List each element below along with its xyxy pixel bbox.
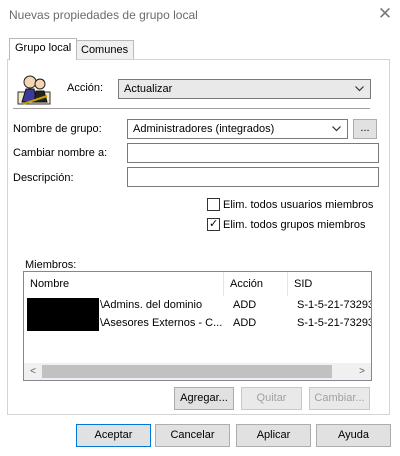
member-name[interactable]: \Asesores Externos - C... [100,317,226,329]
browse-button[interactable]: ... [353,119,377,139]
apply-button[interactable]: Aplicar [236,424,311,447]
description-input[interactable] [127,167,379,187]
tab-grupo-local[interactable]: Grupo local [9,38,78,60]
redacted-block [27,298,99,331]
description-label: Descripción: [13,172,74,184]
delete-all-groups-checkbox[interactable]: ✓ [207,218,220,231]
horizontal-scrollbar[interactable]: < > [24,363,371,380]
checkbox-check-icon: ✓ [209,218,219,230]
change-button[interactable]: Cambiar... [309,387,370,410]
scroll-right-icon[interactable]: > [356,365,368,378]
group-name-combo[interactable]: Administradores (integrados) [127,119,348,139]
scrollbar-thumb[interactable] [42,365,332,378]
window-title: Nuevas propiedades de grupo local [9,8,198,22]
remove-button[interactable]: Quitar [241,387,302,410]
scroll-left-icon[interactable]: < [27,365,39,378]
close-icon[interactable]: ✕ [376,4,394,24]
accion-label: Acción: [67,82,104,94]
column-header-accion[interactable]: Acción [224,272,288,296]
chevron-down-icon [332,126,341,132]
group-name-label: Nombre de grupo: [13,123,102,135]
rename-label: Cambiar nombre a: [13,147,108,159]
ok-button[interactable]: Aceptar [76,424,151,447]
tab-label: Comunes [81,44,129,56]
cancel-button[interactable]: Cancelar [155,424,230,447]
separator [13,108,370,109]
member-name[interactable]: \Admins. del dominio [100,299,226,311]
group-users-icon [17,72,51,106]
delete-all-groups-label: Elim. todos grupos miembros [223,219,366,231]
column-header-sid[interactable]: SID [288,272,371,296]
group-name-value: Administradores (integrados) [133,123,275,135]
member-action: ADD [233,317,257,329]
column-header-nombre[interactable]: Nombre [24,272,224,296]
chevron-down-icon [355,86,364,92]
delete-all-users-label: Elim. todos usuarios miembros [223,199,374,211]
member-sid: S-1-5-21-73293 [297,317,371,329]
help-button[interactable]: Ayuda [316,424,391,447]
member-action: ADD [233,299,257,311]
accion-dropdown[interactable]: Actualizar [118,79,371,99]
accion-value: Actualizar [124,83,173,95]
rename-input[interactable] [127,143,379,163]
tab-label: Grupo local [15,42,72,54]
add-button[interactable]: Agregar... [174,387,234,410]
members-label: Miembros: [25,259,77,271]
delete-all-users-checkbox[interactable] [207,198,220,211]
tab-comunes[interactable]: Comunes [75,40,135,59]
member-sid: S-1-5-21-73293 [297,299,371,311]
